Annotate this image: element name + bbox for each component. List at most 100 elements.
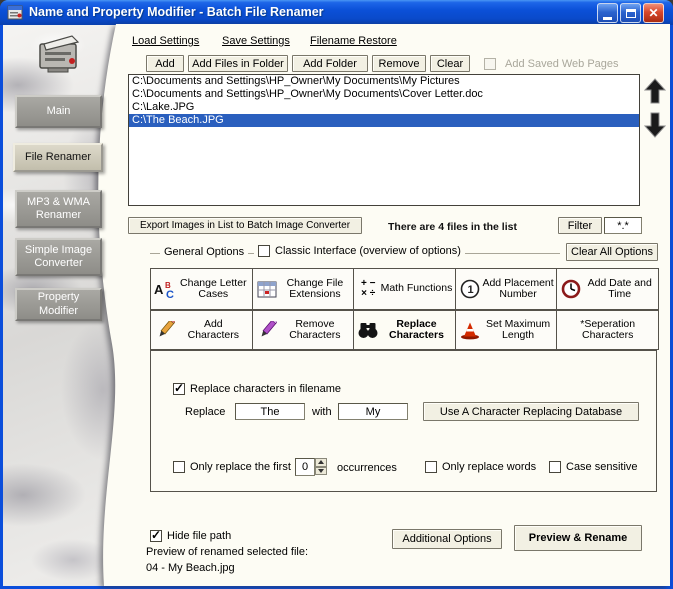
replace-to-input[interactable] — [338, 403, 408, 420]
filename-restore-link[interactable]: Filename Restore — [310, 35, 397, 47]
replace-in-filename-label: Replace characters in filename — [190, 383, 341, 395]
pencil-icon — [153, 321, 177, 340]
option-tabs-row1: A B C Change Letter Cases — [150, 268, 659, 310]
placement-number-icon: 1 — [458, 279, 482, 299]
file-list-item-selected[interactable]: C:\The Beach.JPG — [129, 114, 639, 127]
tab-math-functions[interactable]: + − × ÷ Math Functions — [353, 268, 456, 310]
only-replace-words-checkbox[interactable] — [425, 461, 437, 473]
minimize-icon — [603, 17, 612, 20]
svg-text:1: 1 — [467, 284, 473, 296]
sidebar-item-file-renamer[interactable]: File Renamer — [13, 143, 103, 172]
only-replace-first-checkbox[interactable] — [173, 461, 185, 473]
occurrences-spin-up[interactable] — [315, 458, 327, 467]
file-extensions-icon — [255, 281, 279, 298]
occurrences-label: occurrences — [337, 462, 397, 474]
math-functions-icon: + − × ÷ — [356, 279, 380, 299]
additional-options-button[interactable]: Additional Options — [392, 529, 502, 549]
tab-set-maximum-length[interactable]: Set Maximum Length — [455, 310, 558, 350]
filter-button[interactable]: Filter — [558, 217, 602, 234]
up-arrow-icon — [644, 78, 666, 104]
tab-add-date-and-time[interactable]: Add Date and Time — [556, 268, 659, 310]
maximize-icon — [626, 9, 636, 18]
replace-in-filename-checkbox[interactable] — [173, 383, 185, 395]
preview-filename: 04 - My Beach.jpg — [146, 562, 235, 574]
export-images-button[interactable]: Export Images in List to Batch Image Con… — [128, 217, 362, 234]
add-files-in-folder-button[interactable]: Add Files in Folder — [188, 55, 288, 72]
classic-interface-checkbox[interactable] — [258, 245, 270, 257]
svg-text:A: A — [154, 282, 164, 297]
binoculars-icon — [356, 321, 380, 339]
clear-button[interactable]: Clear — [430, 55, 470, 72]
sidebar-item-main-label: Main — [47, 105, 71, 118]
only-replace-first-label: Only replace the first — [190, 461, 291, 473]
window-title: Name and Property Modifier - Batch File … — [29, 5, 324, 19]
file-list-item[interactable]: C:\Lake.JPG — [129, 101, 639, 114]
file-list-item[interactable]: C:\Documents and Settings\HP_Owner\My Do… — [129, 88, 639, 101]
save-settings-link[interactable]: Save Settings — [222, 35, 290, 47]
add-saved-web-pages-checkbox[interactable] — [484, 58, 496, 70]
hide-file-path-checkbox[interactable] — [150, 530, 162, 542]
sidebar-item-main[interactable]: Main — [15, 95, 102, 128]
close-button[interactable]: ✕ — [643, 3, 664, 23]
sidebar-item-property-modifier-label: Property Modifier — [17, 291, 100, 317]
replace-label: Replace — [185, 406, 225, 418]
move-down-button[interactable] — [642, 110, 668, 140]
sidebar-item-mp3-wma-label: MP3 & WMA Renamer — [17, 196, 100, 222]
cone-icon — [458, 321, 482, 340]
down-arrow-icon — [644, 112, 666, 138]
replace-enable-row: Replace characters in filename — [173, 383, 341, 395]
filter-input[interactable] — [604, 217, 642, 234]
remove-button[interactable]: Remove — [372, 55, 426, 72]
tab-replace-characters[interactable]: Replace Characters — [353, 310, 456, 350]
classic-interface-row: Classic Interface (overview of options) — [254, 245, 465, 257]
tab-add-placement-number[interactable]: 1 Add Placement Number — [455, 268, 558, 310]
add-button[interactable]: Add — [146, 55, 184, 72]
app-logo-icon — [32, 30, 84, 78]
minimize-button[interactable] — [597, 3, 618, 23]
occurrences-spin-down[interactable] — [315, 467, 327, 476]
tab-seperation-characters[interactable]: *Seperation Characters — [556, 310, 659, 350]
file-listbox[interactable]: C:\Documents and Settings\HP_Owner\My Do… — [128, 74, 640, 206]
file-count-text: There are 4 files in the list — [388, 221, 517, 233]
tab-change-file-extensions[interactable]: Change File Extensions — [252, 268, 355, 310]
clock-icon — [559, 279, 583, 299]
app-window: Name and Property Modifier - Batch File … — [0, 0, 673, 589]
classic-interface-label: Classic Interface (overview of options) — [275, 245, 461, 257]
sidebar-item-mp3-wma-renamer[interactable]: MP3 & WMA Renamer — [15, 190, 102, 228]
add-folder-button[interactable]: Add Folder — [292, 55, 368, 72]
move-up-button[interactable] — [642, 76, 668, 106]
general-options-label: General Options — [160, 246, 248, 258]
content-panel: Load Settings Save Settings Filename Res… — [84, 24, 670, 586]
letter-cases-icon: A B C — [153, 279, 177, 299]
preview-caption: Preview of renamed selected file: — [146, 546, 308, 558]
file-toolbar: Add Add Files in Folder Add Folder Remov… — [146, 55, 619, 72]
case-sensitive-checkbox[interactable] — [549, 461, 561, 473]
spin-up-icon — [318, 460, 324, 464]
tab-change-letter-cases[interactable]: A B C Change Letter Cases — [150, 268, 253, 310]
load-settings-link[interactable]: Load Settings — [132, 35, 199, 47]
with-label: with — [312, 406, 332, 418]
file-list-item[interactable]: C:\Documents and Settings\HP_Owner\My Do… — [129, 75, 639, 88]
tab-remove-characters[interactable]: Remove Characters — [252, 310, 355, 350]
sidebar-item-image-converter-label: Simple Image Converter — [17, 244, 100, 270]
sidebar-item-simple-image-converter[interactable]: Simple Image Converter — [15, 238, 102, 276]
only-first-row: Only replace the first — [173, 461, 291, 473]
option-tabs-row2: Add Characters Remove Characters — [150, 310, 659, 350]
close-icon: ✕ — [648, 7, 658, 19]
title-bar[interactable]: Name and Property Modifier - Batch File … — [0, 0, 673, 25]
hide-file-path-row: Hide file path — [150, 530, 231, 542]
clear-all-options-button[interactable]: Clear All Options — [566, 243, 658, 261]
hide-file-path-label: Hide file path — [167, 530, 231, 542]
content-panel-shadow: Load Settings Save Settings Filename Res… — [84, 24, 670, 586]
add-saved-web-pages-label: Add Saved Web Pages — [505, 58, 619, 70]
replace-from-input[interactable] — [235, 403, 305, 420]
preview-rename-button[interactable]: Preview & Rename — [514, 525, 642, 551]
character-database-button[interactable]: Use A Character Replacing Database — [423, 402, 639, 421]
maximize-button[interactable] — [620, 3, 641, 23]
occurrences-input[interactable] — [295, 458, 315, 476]
case-sensitive-row: Case sensitive — [549, 461, 638, 473]
sidebar-item-property-modifier[interactable]: Property Modifier — [15, 288, 102, 321]
tab-add-characters[interactable]: Add Characters — [150, 310, 253, 350]
app-window-icon — [7, 4, 24, 21]
replace-characters-panel: Replace characters in filename Replace w… — [150, 350, 657, 492]
